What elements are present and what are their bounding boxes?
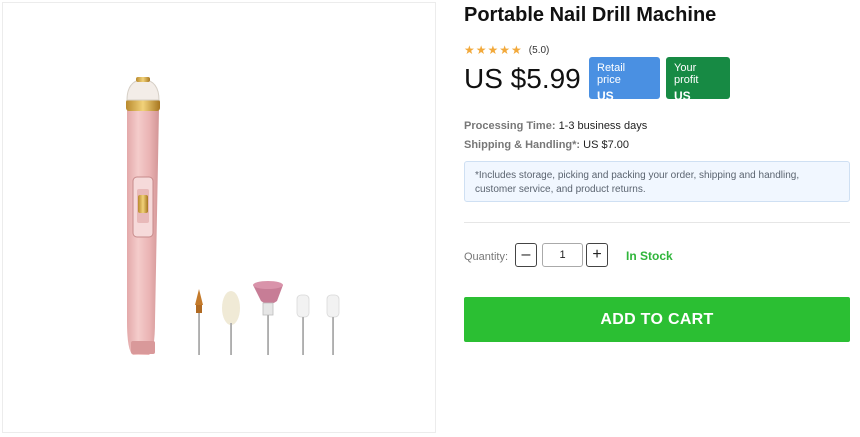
product-title: Portable Nail Drill Machine (464, 4, 717, 26)
product-price: US $5.99 (464, 63, 581, 94)
product-rating: ★★★★★ (5.0) (464, 43, 549, 57)
add-to-cart-button[interactable]: ADD TO CART (464, 297, 850, 342)
star-rating-icon: ★★★★★ (464, 43, 523, 57)
profit-badge: Your profit US $7.50 (666, 57, 730, 117)
quantity-input[interactable] (542, 243, 583, 267)
divider (464, 222, 850, 223)
nail-drill-illustration (126, 77, 340, 355)
rating-value: (5.0) (528, 44, 550, 56)
profit-label: Your profit (674, 62, 699, 86)
retail-price-value: US $20.49 (597, 89, 634, 117)
quantity-decrease-button[interactable]: – (515, 243, 537, 267)
product-image[interactable] (2, 2, 436, 433)
stock-status: In Stock (626, 249, 673, 263)
quantity-increase-button[interactable]: + (586, 243, 608, 267)
retail-price-label: Retail price (597, 62, 626, 86)
profit-value: US $7.50 (674, 89, 705, 117)
shipping-value: US $7.00 (583, 139, 630, 151)
retail-price-badge: Retail price US $20.49 (589, 57, 660, 117)
processing-time: Processing Time: 1-3 business days (464, 120, 647, 132)
quantity-label: Quantity: (464, 251, 509, 263)
processing-time-label: Processing Time: (464, 120, 556, 132)
shipping-note: *Includes storage, picking and packing y… (464, 161, 850, 202)
shipping-label: Shipping & Handling*: (464, 139, 581, 151)
processing-time-value: 1-3 business days (558, 120, 648, 132)
shipping-handling: Shipping & Handling*: US $7.00 (464, 139, 629, 151)
